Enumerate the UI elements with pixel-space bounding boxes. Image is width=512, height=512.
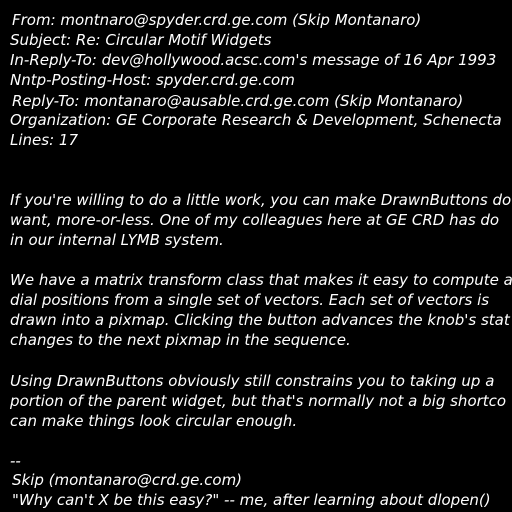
header-from: From: montnaro@spyder.crd.ge.com (Skip M…: [12, 11, 422, 29]
body-line: changes to the next pixmap in the sequen…: [10, 331, 351, 349]
header-organization: Organization: GE Corporate Research & De…: [10, 111, 502, 129]
header-nntp-posting-host: Nntp-Posting-Host: spyder.crd.ge.com: [10, 71, 295, 89]
body-line: want, more-or-less. One of my colleagues…: [10, 211, 500, 229]
signature-name: Skip (montanaro@crd.ge.com): [12, 471, 243, 489]
header-subject: Subject: Re: Circular Motif Widgets: [10, 31, 272, 49]
body-line: Using DrawnButtons obviously still const…: [10, 372, 495, 390]
signature-quote: "Why can't X be this easy?" -- me, after…: [12, 491, 491, 509]
body-line: We have a matrix transform class that ma…: [10, 271, 512, 289]
header-lines: Lines: 17: [10, 131, 78, 149]
message-document: From: montnaro@spyder.crd.ge.com (Skip M…: [0, 0, 512, 512]
body-line: can make things look circular enough.: [10, 412, 298, 430]
header-in-reply-to: In-Reply-To: dev@hollywood.acsc.com's me…: [10, 51, 497, 69]
body-line: portion of the parent widget, but that's…: [10, 392, 507, 410]
body-line: If you're willing to do a little work, y…: [10, 191, 512, 209]
signature-separator: --: [10, 452, 21, 470]
header-reply-to: Reply-To: montanaro@ausable.crd.ge.com (…: [12, 92, 464, 110]
body-line: in our internal LYMB system.: [10, 231, 224, 249]
body-line: drawn into a pixmap. Clicking the button…: [10, 311, 510, 329]
body-line: dial positions from a single set of vect…: [10, 291, 490, 309]
